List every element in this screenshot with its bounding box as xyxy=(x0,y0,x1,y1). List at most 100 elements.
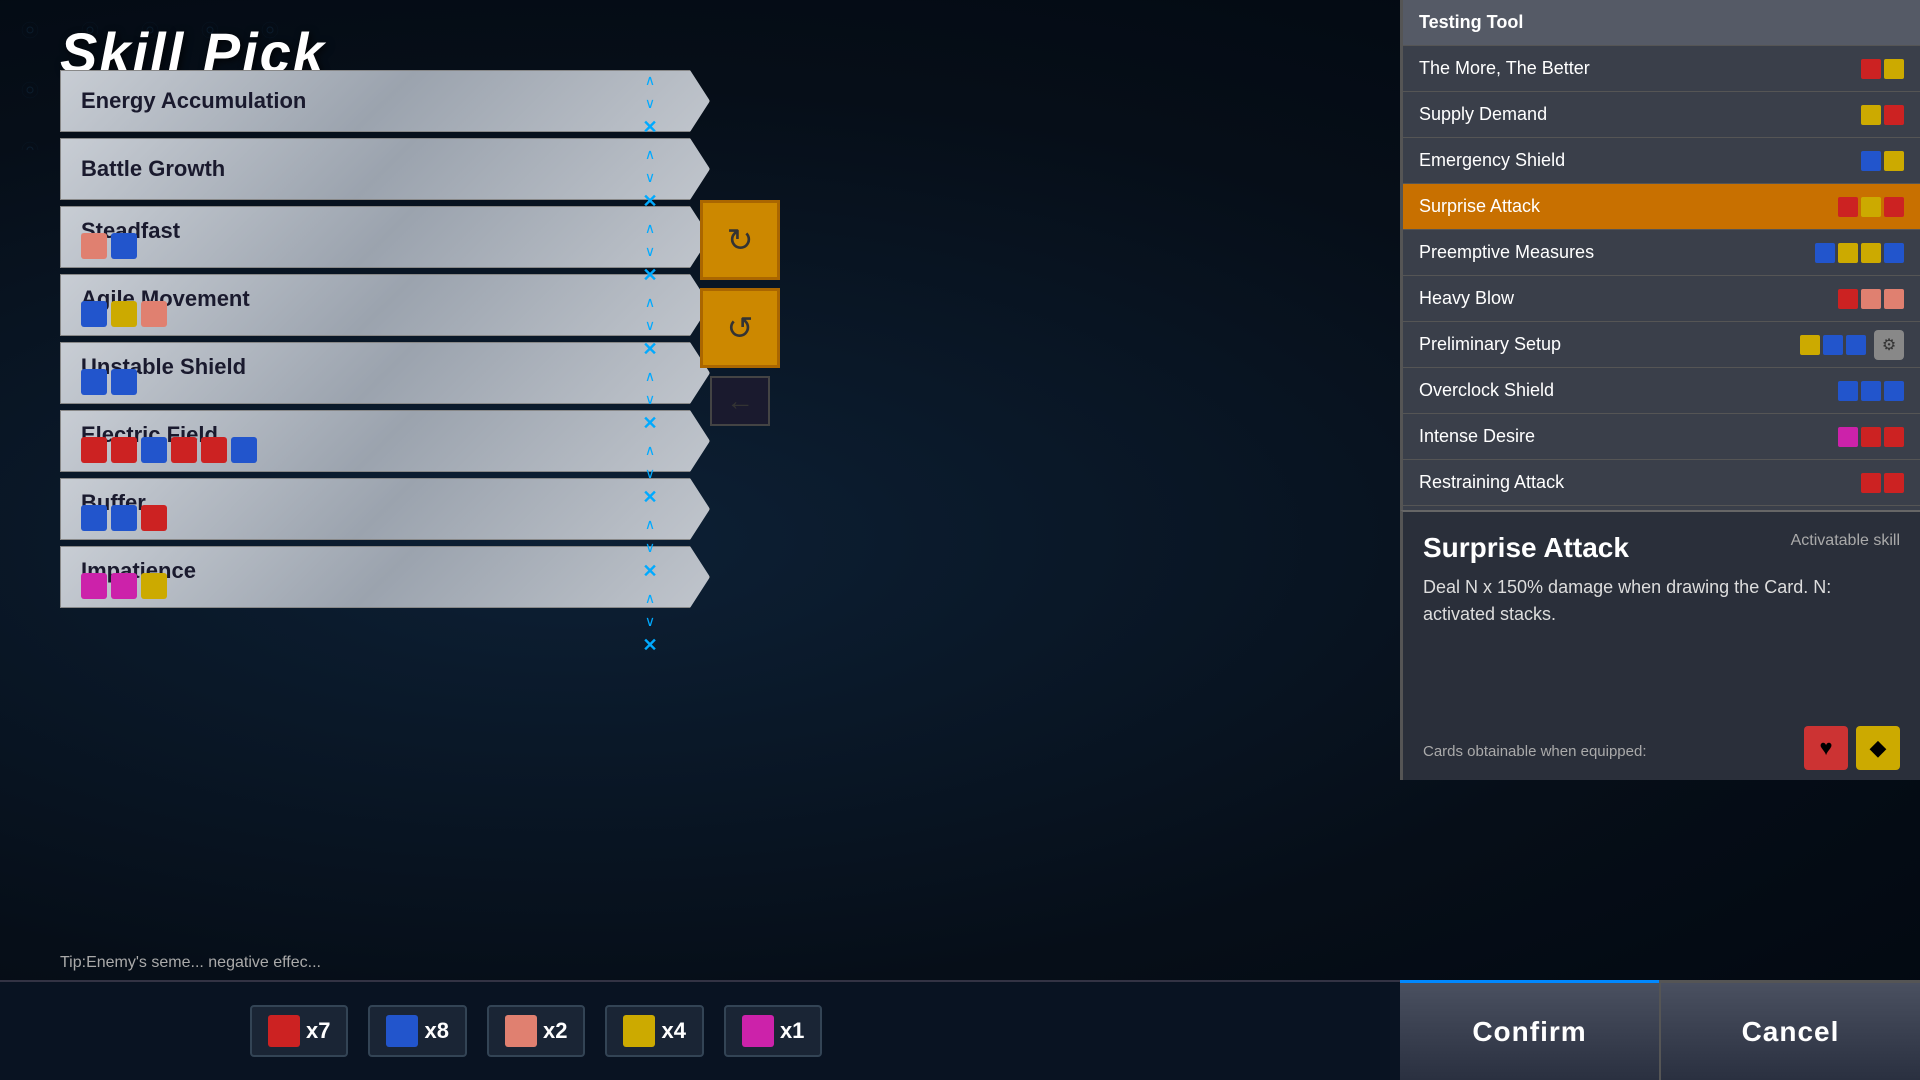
ctrl-up-agile-movement[interactable]: ∧ xyxy=(636,292,664,313)
left-skill-dots-agile-movement xyxy=(81,301,167,327)
resource-counters: x7x8x2x4x1 xyxy=(250,1005,822,1057)
ctrl-up-impatience[interactable]: ∧ xyxy=(636,588,664,609)
ctrl-x-battle-growth[interactable]: ✕ xyxy=(636,191,664,212)
ctrl-down-steadfast[interactable]: ∨ xyxy=(636,242,664,263)
ctrl-down-impatience[interactable]: ∨ xyxy=(636,612,664,633)
small-dot-blue xyxy=(1815,243,1835,263)
small-dot-red xyxy=(1861,427,1881,447)
left-skill-dots-buffer xyxy=(81,505,167,531)
right-skill-name-preemptive-measures: Preemptive Measures xyxy=(1419,242,1815,263)
ctrl-down-energy-accumulation[interactable]: ∨ xyxy=(636,94,664,115)
gear-icon[interactable]: ⚙ xyxy=(1874,330,1904,360)
ctrl-up-battle-growth[interactable]: ∧ xyxy=(636,144,664,165)
small-dot-blue xyxy=(1861,381,1881,401)
right-skill-dots-preemptive-measures xyxy=(1815,243,1904,263)
dot-red xyxy=(111,437,137,463)
dot-salmon xyxy=(81,233,107,259)
control-pair-battle-growth: ∧ ∨✕ xyxy=(610,144,690,212)
ctrl-up-electric-field[interactable]: ∧ xyxy=(636,440,664,461)
ctrl-x-impatience[interactable]: ✕ xyxy=(636,635,664,656)
ctrl-x-agile-movement[interactable]: ✕ xyxy=(636,339,664,360)
small-dot-yellow xyxy=(1884,59,1904,79)
small-dot-red xyxy=(1884,197,1904,217)
control-pair-agile-movement: ∧ ∨✕ xyxy=(610,292,690,360)
confirm-button[interactable]: Confirm xyxy=(1400,980,1659,1080)
left-skill-name-energy-accumulation: Energy Accumulation xyxy=(81,88,689,114)
exchange-down-button[interactable]: ↺ xyxy=(700,288,780,368)
resource-count-red: x7 xyxy=(306,1018,330,1044)
card-icon-red: ♥ xyxy=(1804,726,1848,770)
right-skill-item-heavy-blow[interactable]: Heavy Blow xyxy=(1403,276,1920,322)
resource-count-pink: x1 xyxy=(780,1018,804,1044)
ctrl-up-unstable-shield[interactable]: ∧ xyxy=(636,366,664,387)
exchange-panel[interactable]: ↻ ↺ ← xyxy=(690,200,790,426)
left-skill-dots-unstable-shield xyxy=(81,369,137,395)
dot-red xyxy=(81,437,107,463)
dot-red xyxy=(171,437,197,463)
right-skill-item-testing-tool[interactable]: Testing Tool xyxy=(1403,0,1920,46)
ctrl-up-energy-accumulation[interactable]: ∧ xyxy=(636,70,664,91)
small-dot-red xyxy=(1861,473,1881,493)
resource-icon-red xyxy=(268,1015,300,1047)
dot-pink xyxy=(81,573,107,599)
left-skill-name-steadfast: Steadfast xyxy=(81,218,689,244)
right-skill-name-overclock-shield: Overclock Shield xyxy=(1419,380,1838,401)
tip-text: Tip:Enemy's seme... negative effec... xyxy=(60,954,321,972)
right-skill-dots-overclock-shield xyxy=(1838,381,1904,401)
right-skill-item-supply-demand[interactable]: Supply Demand xyxy=(1403,92,1920,138)
dot-blue xyxy=(81,505,107,531)
resource-item-pink: x1 xyxy=(724,1005,822,1057)
ctrl-down-unstable-shield[interactable]: ∨ xyxy=(636,390,664,411)
dot-blue xyxy=(231,437,257,463)
dot-pink xyxy=(111,573,137,599)
ctrl-down-agile-movement[interactable]: ∨ xyxy=(636,316,664,337)
ctrl-x-unstable-shield[interactable]: ✕ xyxy=(636,413,664,434)
resource-icon-salmon xyxy=(505,1015,537,1047)
left-skill-name-unstable-shield: Unstable Shield xyxy=(81,354,689,380)
small-dot-blue xyxy=(1838,381,1858,401)
ctrl-down-buffer[interactable]: ∨ xyxy=(636,538,664,559)
cancel-button[interactable]: Cancel xyxy=(1659,980,1920,1080)
dot-yellow xyxy=(111,301,137,327)
ctrl-up-steadfast[interactable]: ∧ xyxy=(636,218,664,239)
right-skill-name-heavy-blow: Heavy Blow xyxy=(1419,288,1838,309)
right-skill-item-emergency-shield[interactable]: Emergency Shield xyxy=(1403,138,1920,184)
resource-icon-yellow xyxy=(623,1015,655,1047)
right-skill-name-the-more-the-better: The More, The Better xyxy=(1419,58,1861,79)
small-dot-blue xyxy=(1846,335,1866,355)
right-skill-item-preemptive-measures[interactable]: Preemptive Measures xyxy=(1403,230,1920,276)
small-dot-yellow xyxy=(1884,151,1904,171)
right-skill-item-intense-desire[interactable]: Intense Desire xyxy=(1403,414,1920,460)
back-arrow-button[interactable]: ← xyxy=(710,376,770,426)
right-skill-item-surprise-attack[interactable]: Surprise Attack xyxy=(1403,184,1920,230)
right-skill-list: Testing Tool The More, The Better Supply D… xyxy=(1403,0,1920,552)
left-skill-name-impatience: Impatience xyxy=(81,558,689,584)
dot-red xyxy=(201,437,227,463)
right-skill-name-supply-demand: Supply Demand xyxy=(1419,104,1861,125)
ctrl-x-steadfast[interactable]: ✕ xyxy=(636,265,664,286)
control-pair-unstable-shield: ∧ ∨✕ xyxy=(610,366,690,434)
right-skill-item-overclock-shield[interactable]: Overclock Shield xyxy=(1403,368,1920,414)
right-skill-item-preliminary-setup[interactable]: Preliminary Setup⚙ xyxy=(1403,322,1920,368)
ctrl-up-buffer[interactable]: ∧ xyxy=(636,514,664,535)
small-dot-yellow xyxy=(1861,197,1881,217)
dot-yellow xyxy=(141,573,167,599)
small-dot-yellow xyxy=(1861,243,1881,263)
ctrl-down-battle-growth[interactable]: ∨ xyxy=(636,168,664,189)
control-pair-steadfast: ∧ ∨✕ xyxy=(610,218,690,286)
ctrl-x-energy-accumulation[interactable]: ✕ xyxy=(636,117,664,138)
left-skill-dots-impatience xyxy=(81,573,167,599)
exchange-up-button[interactable]: ↻ xyxy=(700,200,780,280)
ctrl-down-electric-field[interactable]: ∨ xyxy=(636,464,664,485)
ctrl-x-buffer[interactable]: ✕ xyxy=(636,561,664,582)
left-skill-name-buffer: Buffer xyxy=(81,490,689,516)
small-dot-red xyxy=(1861,59,1881,79)
right-skill-name-restraining-attack: Restraining Attack xyxy=(1419,472,1861,493)
card-icon-yellow: ◆ xyxy=(1856,726,1900,770)
right-skill-item-the-more-the-better[interactable]: The More, The Better xyxy=(1403,46,1920,92)
right-skill-dots-emergency-shield xyxy=(1861,151,1904,171)
ctrl-x-electric-field[interactable]: ✕ xyxy=(636,487,664,508)
right-skill-item-restraining-attack[interactable]: Restraining Attack xyxy=(1403,460,1920,506)
right-skill-name-intense-desire: Intense Desire xyxy=(1419,426,1838,447)
right-skill-dots-intense-desire xyxy=(1838,427,1904,447)
